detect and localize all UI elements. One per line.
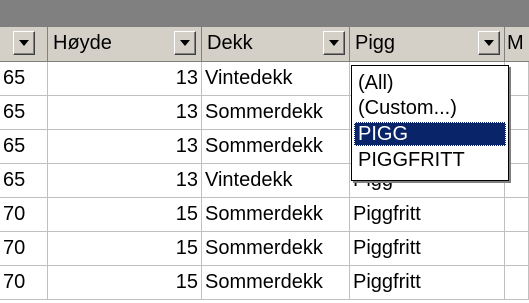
header-cell-hoyde[interactable]: Høyde bbox=[48, 27, 202, 62]
cell-value: 15 bbox=[175, 237, 198, 259]
cell-value: Sommerdekk bbox=[205, 203, 323, 225]
cell-value: 13 bbox=[175, 67, 198, 89]
table-row[interactable]: 70 15 Sommerdekk Piggfritt bbox=[0, 232, 529, 266]
cell-value: 65 bbox=[3, 67, 26, 89]
cell-value: 13 bbox=[175, 135, 198, 157]
cell-value: Vintedekk bbox=[205, 169, 293, 191]
dropdown-arrow-icon[interactable] bbox=[13, 31, 35, 55]
header-cell-first bbox=[0, 27, 48, 62]
cell-value: 70 bbox=[3, 203, 26, 225]
filter-option-piggfritt[interactable]: PIGGFRITT bbox=[354, 148, 506, 172]
header-label-hoyde: Høyde bbox=[53, 32, 112, 54]
filter-option-all[interactable]: (All) bbox=[354, 71, 506, 95]
dropdown-arrow-icon[interactable] bbox=[323, 31, 345, 55]
header-label-dekk: Dekk bbox=[207, 32, 253, 54]
cell-value: 15 bbox=[175, 203, 198, 225]
filter-option-custom[interactable]: (Custom...) bbox=[354, 96, 506, 120]
cell-value: 65 bbox=[3, 135, 26, 157]
table-row[interactable]: 70 15 Sommerdekk Piggfritt bbox=[0, 198, 529, 232]
cell-value: 13 bbox=[175, 169, 198, 191]
cell-value: Sommerdekk bbox=[205, 271, 323, 293]
header-cell-pigg[interactable]: Pigg bbox=[350, 27, 505, 62]
cell-value: 70 bbox=[3, 237, 26, 259]
cell-value: Piggfritt bbox=[353, 271, 421, 293]
dropdown-arrow-icon[interactable] bbox=[174, 31, 196, 55]
cell-value: Sommerdekk bbox=[205, 237, 323, 259]
cell-value: 65 bbox=[3, 101, 26, 123]
header-label-next: M bbox=[507, 32, 524, 54]
filter-option-pigg[interactable]: PIGG bbox=[354, 122, 506, 146]
cell-value: Sommerdekk bbox=[205, 101, 323, 123]
cell-value: 15 bbox=[175, 271, 198, 293]
cell-value: Vintedekk bbox=[205, 67, 293, 89]
header-label-pigg: Pigg bbox=[355, 32, 396, 54]
cell-value: 13 bbox=[175, 101, 198, 123]
column-header-row: Høyde Dekk Pigg M bbox=[0, 27, 529, 62]
filter-dropdown-list[interactable]: (All) (Custom...) PIGG PIGGFRITT bbox=[351, 65, 509, 181]
header-cell-dekk[interactable]: Dekk bbox=[202, 27, 350, 62]
cell-value: Piggfritt bbox=[353, 237, 421, 259]
cell-value: 65 bbox=[3, 169, 26, 191]
table-row[interactable]: 70 15 Sommerdekk Piggfritt bbox=[0, 266, 529, 300]
cell-value: Piggfritt bbox=[353, 203, 421, 225]
header-cell-next[interactable]: M bbox=[505, 27, 529, 62]
dropdown-arrow-icon[interactable] bbox=[478, 31, 500, 55]
cell-value: Sommerdekk bbox=[205, 135, 323, 157]
title-strip bbox=[0, 0, 529, 27]
cell-value: 70 bbox=[3, 271, 26, 293]
